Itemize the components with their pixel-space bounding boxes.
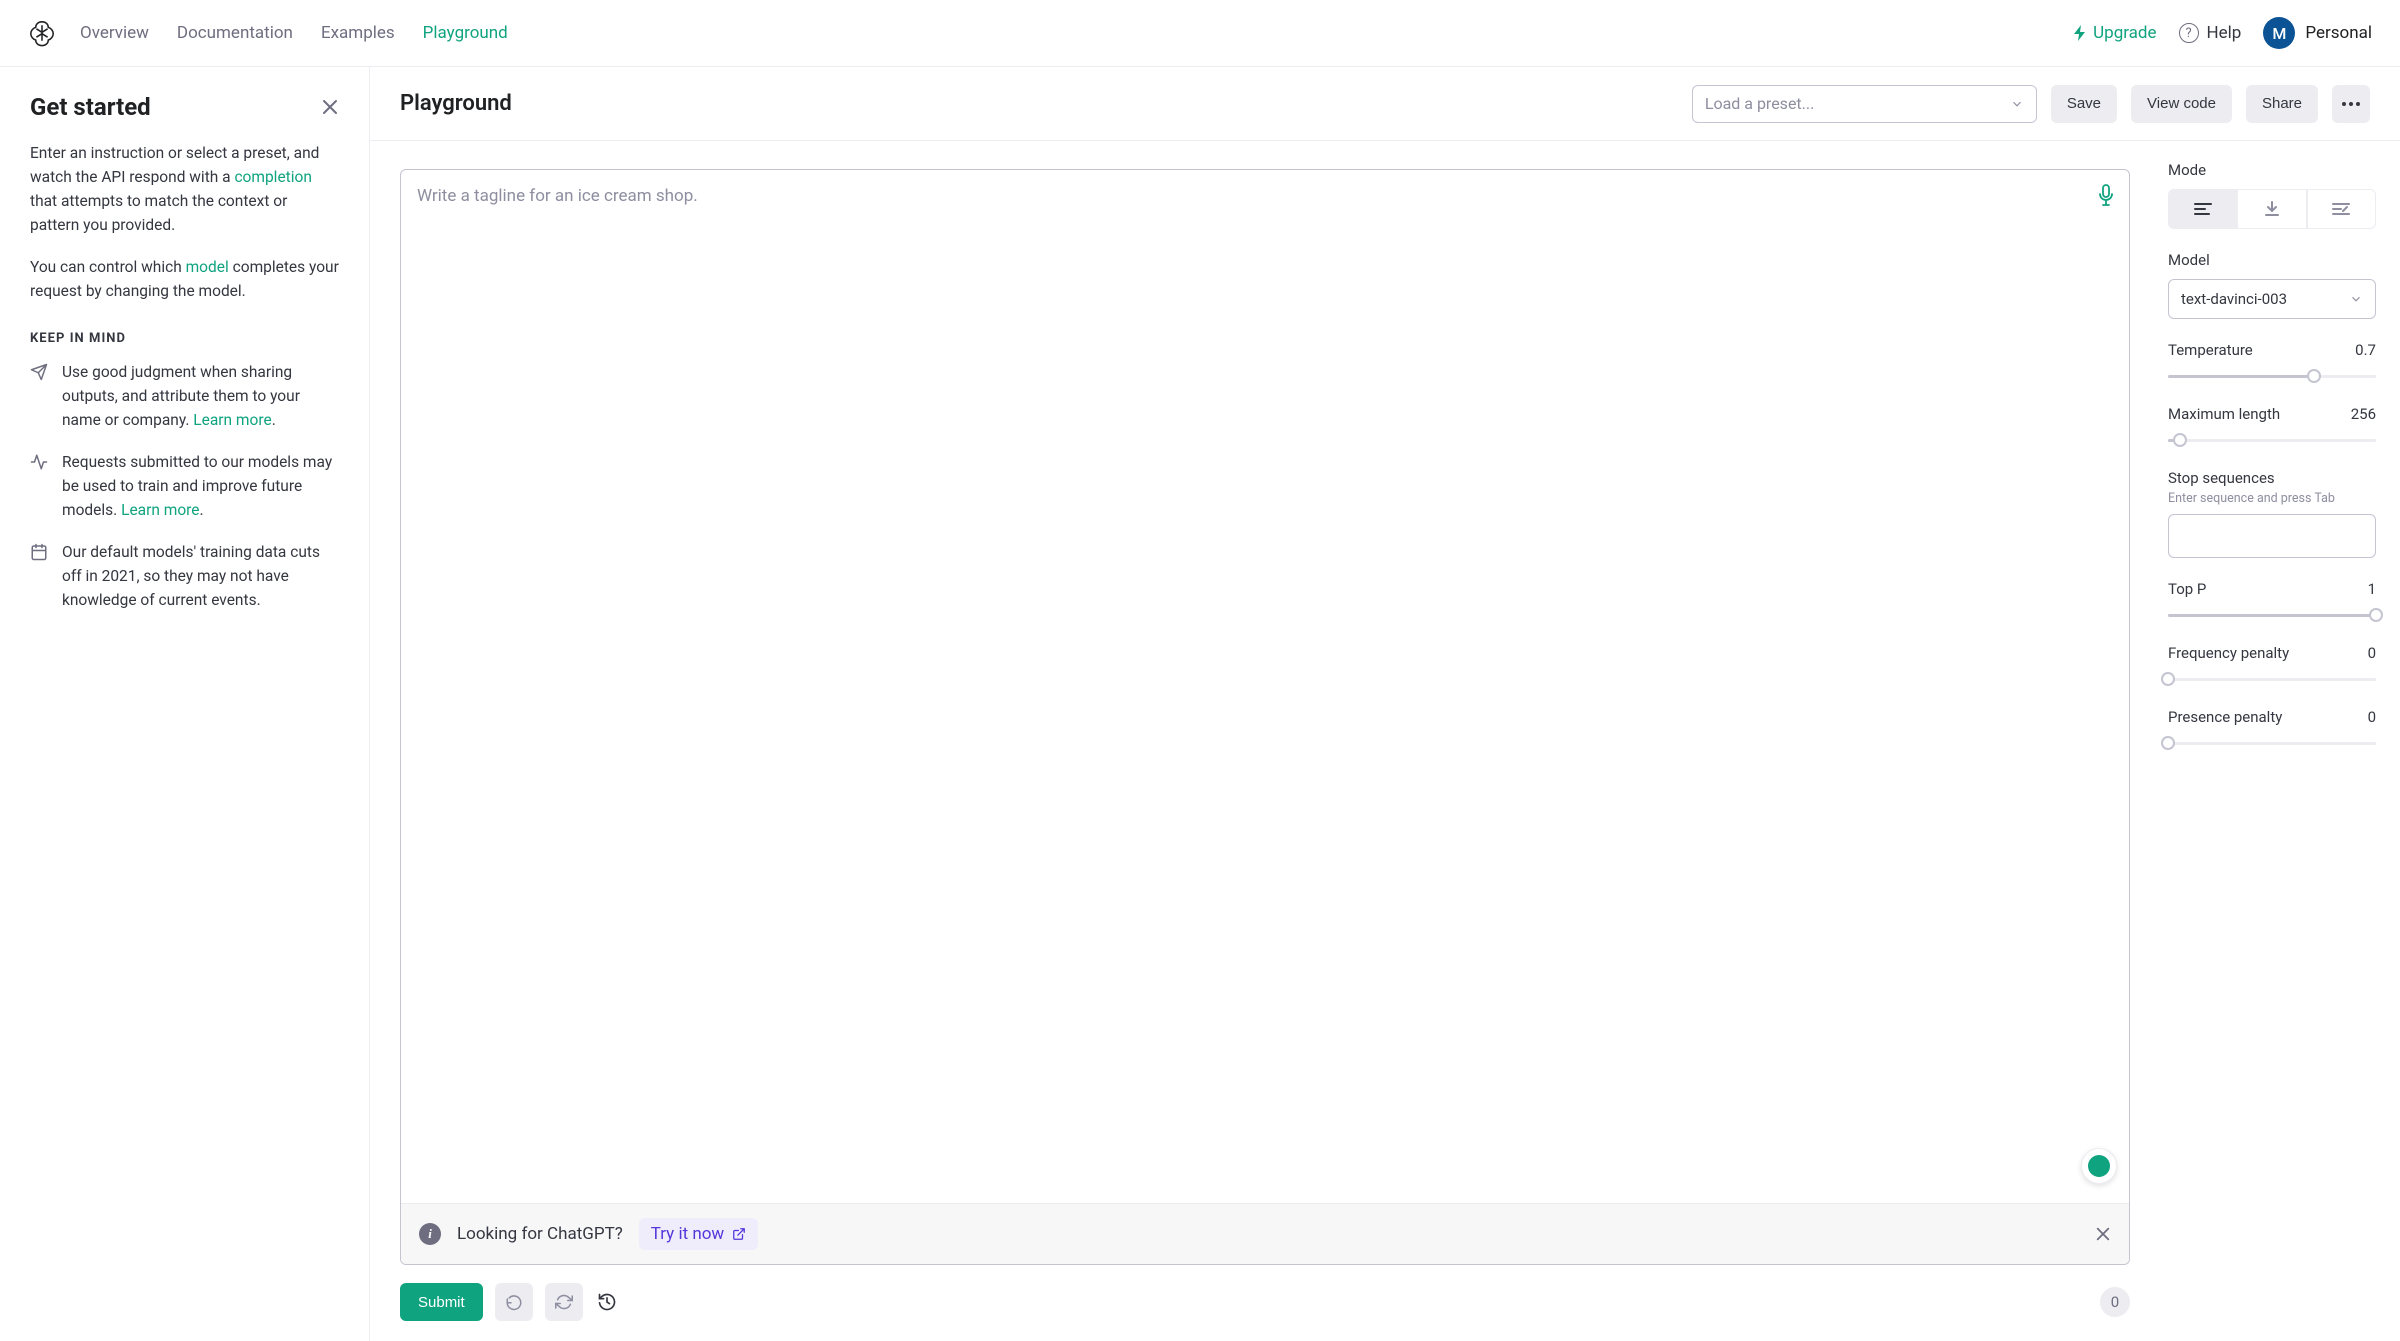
page-title: Playground — [400, 91, 512, 116]
chatgpt-banner: i Looking for ChatGPT? Try it now — [401, 1203, 2129, 1264]
sidebar-paragraph-2: You can control which model completes yo… — [30, 255, 339, 303]
nav-links: Overview Documentation Examples Playgrou… — [80, 23, 508, 43]
presence-penalty-label: Presence penalty — [2168, 708, 2282, 726]
stop-sequences-label: Stop sequences — [2168, 469, 2376, 487]
history-icon — [597, 1292, 617, 1312]
close-icon[interactable] — [321, 98, 339, 116]
refresh-icon — [555, 1293, 573, 1311]
share-button[interactable]: Share — [2246, 85, 2318, 123]
parameters-panel: Mode Model text-davinci-003 — [2160, 141, 2400, 1341]
learn-more-link[interactable]: Learn more — [193, 411, 271, 429]
openai-logo-icon[interactable] — [28, 19, 56, 47]
avatar: M — [2263, 17, 2295, 49]
temperature-label: Temperature — [2168, 341, 2253, 359]
learn-more-link[interactable]: Learn more — [121, 501, 199, 519]
frequency-penalty-slider[interactable] — [2168, 672, 2376, 686]
nav-examples[interactable]: Examples — [321, 23, 395, 43]
help-icon: ? — [2179, 23, 2199, 43]
max-length-label: Maximum length — [2168, 405, 2280, 423]
presence-penalty-value: 0 — [2368, 708, 2376, 726]
calendar-icon — [30, 543, 48, 612]
tip-item: Our default models' training data cuts o… — [30, 540, 339, 612]
sidebar-title: Get started — [30, 93, 151, 121]
robot-icon — [2088, 1155, 2110, 1177]
playground-header: Playground Load a preset... Save View co… — [370, 67, 2400, 141]
chevron-down-icon — [2010, 97, 2024, 111]
help-label: Help — [2207, 23, 2242, 43]
preset-placeholder: Load a preset... — [1705, 94, 1814, 113]
model-link[interactable]: model — [186, 258, 229, 276]
undo-button[interactable] — [495, 1283, 533, 1321]
info-icon: i — [419, 1223, 441, 1245]
chevron-down-icon — [2349, 292, 2363, 306]
view-code-button[interactable]: View code — [2131, 85, 2232, 123]
history-button[interactable] — [595, 1290, 619, 1314]
mode-insert-button[interactable] — [2237, 189, 2306, 229]
sidebar-paragraph-1: Enter an instruction or select a preset,… — [30, 141, 339, 237]
nav-overview[interactable]: Overview — [80, 23, 149, 43]
help-link[interactable]: ? Help — [2179, 23, 2242, 43]
max-length-value: 256 — [2351, 405, 2376, 423]
microphone-icon[interactable] — [2097, 184, 2115, 206]
top-p-slider[interactable] — [2168, 608, 2376, 622]
regenerate-button[interactable] — [545, 1283, 583, 1321]
model-select[interactable]: text-davinci-003 — [2168, 279, 2376, 319]
save-button[interactable]: Save — [2051, 85, 2117, 123]
get-started-sidebar: Get started Enter an instruction or sele… — [0, 67, 370, 1341]
keep-in-mind-heading: KEEP IN MIND — [30, 331, 339, 346]
mode-complete-icon — [2194, 202, 2212, 216]
banner-text: Looking for ChatGPT? — [457, 1224, 623, 1244]
upgrade-link[interactable]: Upgrade — [2073, 23, 2156, 43]
account-menu[interactable]: M Personal — [2263, 17, 2372, 49]
assistant-fab[interactable] — [2081, 1148, 2117, 1184]
lightning-icon — [2073, 25, 2087, 41]
top-p-value: 1 — [2368, 580, 2376, 598]
temperature-value: 0.7 — [2355, 341, 2376, 359]
submit-button[interactable]: Submit — [400, 1283, 483, 1321]
stop-sequences-hint: Enter sequence and press Tab — [2168, 491, 2376, 506]
top-p-label: Top P — [2168, 580, 2206, 598]
frequency-penalty-value: 0 — [2368, 644, 2376, 662]
try-it-now-link[interactable]: Try it now — [639, 1218, 758, 1250]
nav-documentation[interactable]: Documentation — [177, 23, 293, 43]
prompt-placeholder: Write a tagline for an ice cream shop. — [401, 170, 2129, 1203]
mode-complete-button[interactable] — [2168, 189, 2237, 229]
model-value: text-davinci-003 — [2181, 290, 2287, 308]
presence-penalty-slider[interactable] — [2168, 736, 2376, 750]
more-button[interactable] — [2332, 85, 2370, 123]
stop-sequences-input[interactable] — [2168, 514, 2376, 558]
external-link-icon — [732, 1227, 746, 1241]
upgrade-label: Upgrade — [2093, 23, 2156, 43]
mode-label: Mode — [2168, 161, 2376, 179]
activity-icon — [30, 453, 48, 522]
mode-edit-button[interactable] — [2307, 189, 2376, 229]
token-count: 0 — [2100, 1287, 2130, 1317]
model-label: Model — [2168, 251, 2376, 269]
completion-link[interactable]: completion — [234, 168, 311, 186]
tip-item: Requests submitted to our models may be … — [30, 450, 339, 522]
account-label: Personal — [2305, 23, 2372, 43]
temperature-slider[interactable] — [2168, 369, 2376, 383]
tip-item: Use good judgment when sharing outputs, … — [30, 360, 339, 432]
more-icon — [2342, 102, 2360, 106]
undo-icon — [505, 1293, 523, 1311]
preset-select[interactable]: Load a preset... — [1692, 85, 2037, 123]
send-icon — [30, 363, 48, 432]
banner-close-icon[interactable] — [2095, 1226, 2111, 1242]
top-nav: Overview Documentation Examples Playgrou… — [0, 0, 2400, 67]
mode-edit-icon — [2332, 202, 2350, 216]
max-length-slider[interactable] — [2168, 433, 2376, 447]
prompt-editor[interactable]: Write a tagline for an ice cream shop. i… — [400, 169, 2130, 1265]
nav-playground[interactable]: Playground — [423, 23, 508, 43]
mode-insert-icon — [2264, 201, 2280, 217]
frequency-penalty-label: Frequency penalty — [2168, 644, 2289, 662]
